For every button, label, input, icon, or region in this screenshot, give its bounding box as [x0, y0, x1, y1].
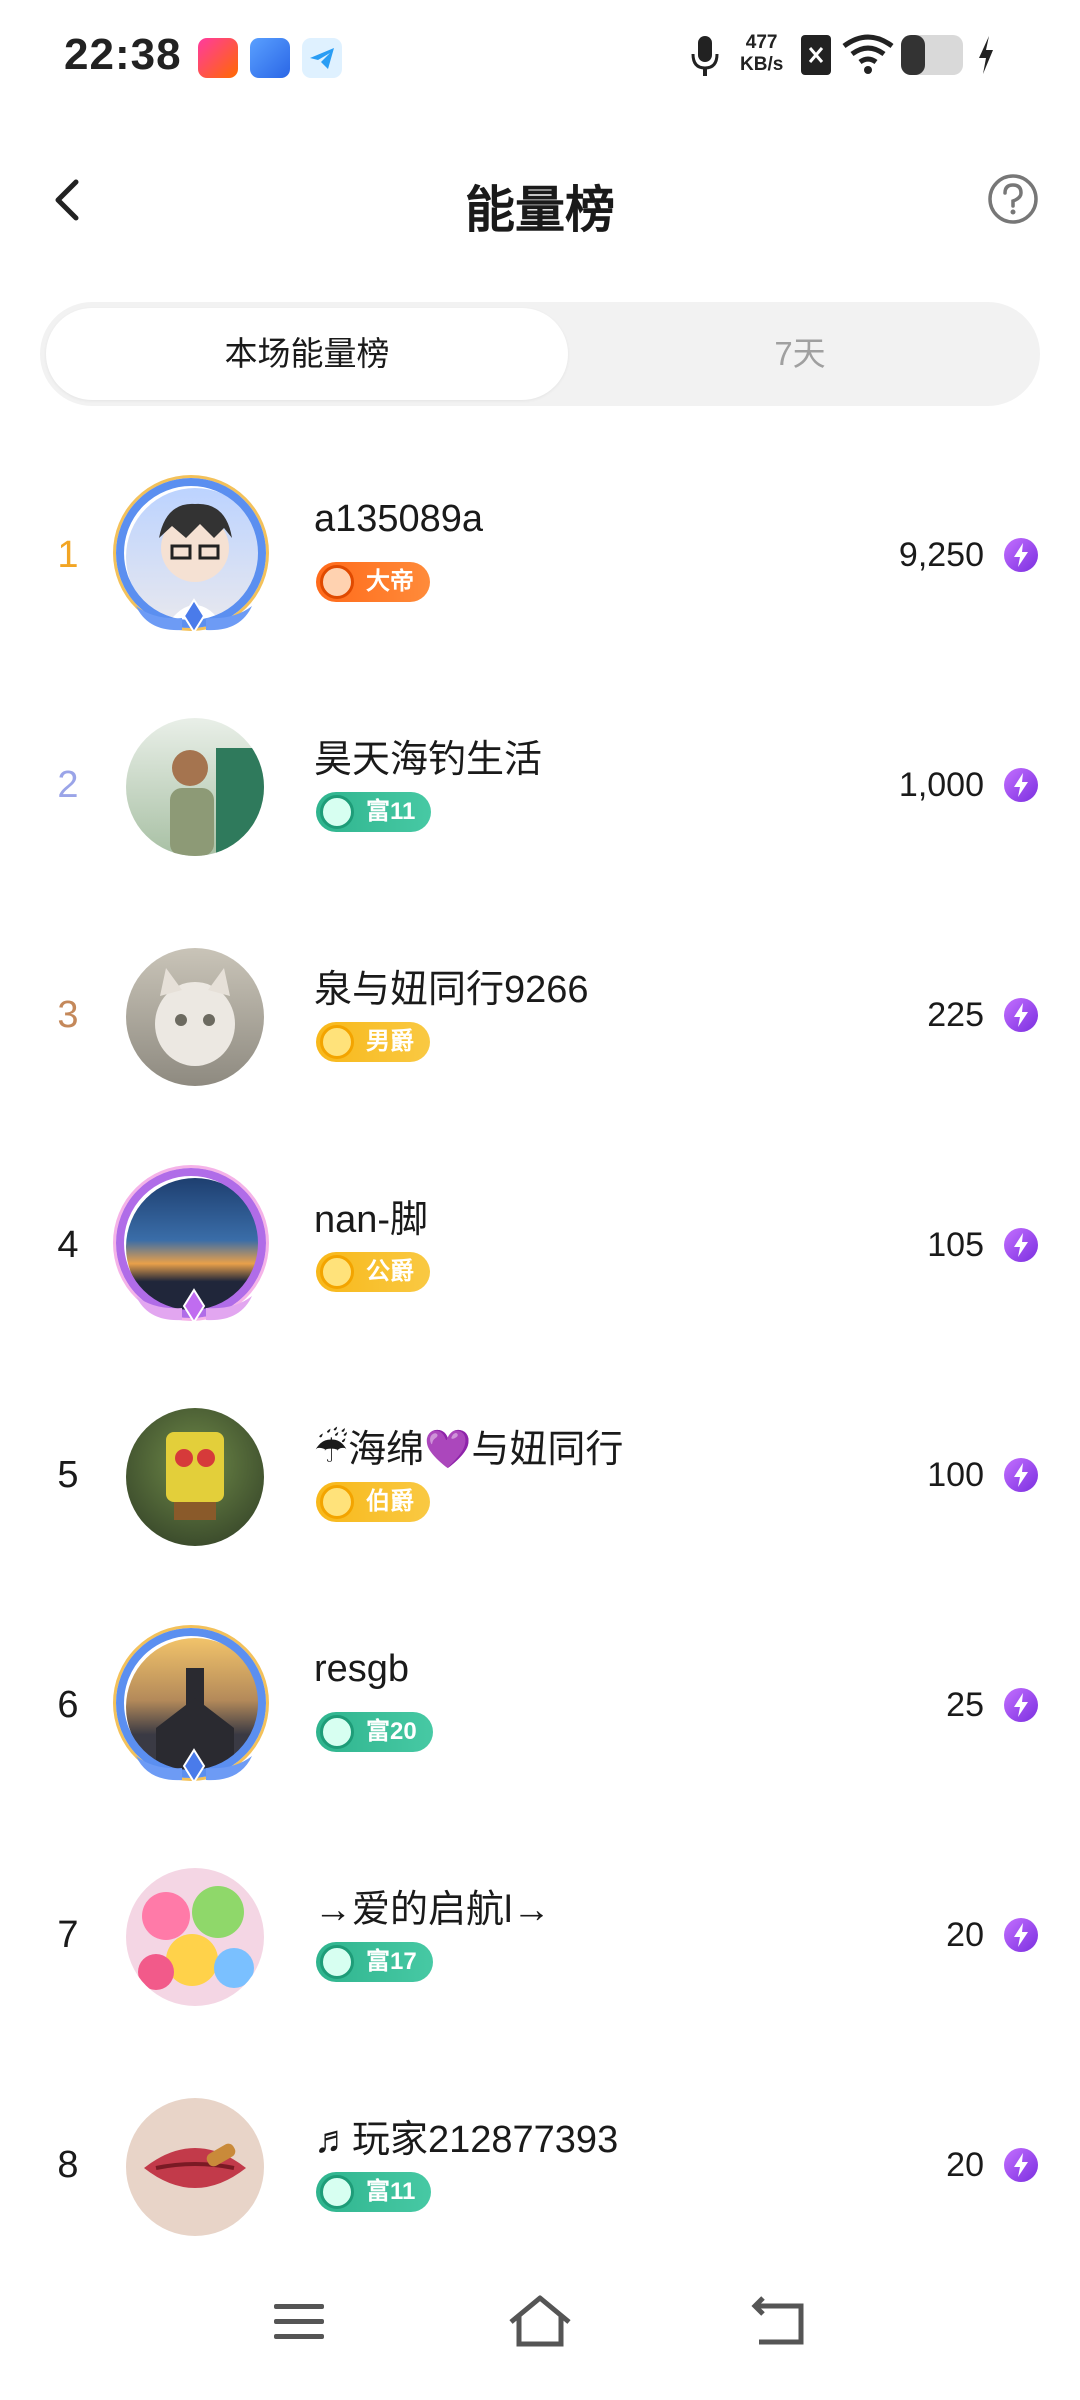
- energy-icon: [1004, 1458, 1038, 1492]
- avatar[interactable]: [114, 1628, 274, 1788]
- network-speed: 477 KB/s: [740, 32, 784, 75]
- energy-icon: [1004, 768, 1038, 802]
- rank-number: 2: [57, 764, 79, 806]
- help-icon[interactable]: [986, 172, 1040, 226]
- menu-icon[interactable]: [266, 2292, 336, 2352]
- energy-icon: [1004, 2148, 1038, 2182]
- ranking-row[interactable]: 2 昊天海钓生活 富11 1,000: [0, 670, 1080, 900]
- energy-score: 25: [946, 1686, 984, 1724]
- wifi-icon: [842, 34, 894, 74]
- battery-icon: [901, 35, 963, 75]
- wealth-level-icon: [320, 1715, 354, 1749]
- app-notification-icon: [198, 38, 238, 78]
- energy-icon: [1004, 1688, 1038, 1722]
- rank-number: 3: [57, 994, 79, 1036]
- wealth-level-icon: [320, 1945, 354, 1979]
- tab-7-days[interactable]: 7天: [560, 302, 1040, 406]
- level-badge: 公爵: [316, 1252, 430, 1292]
- user-name: 昊天海钓生活: [314, 739, 543, 781]
- system-navigation-bar: [0, 2250, 1080, 2400]
- energy-icon: [1004, 538, 1038, 572]
- wealth-level-icon: [320, 2175, 354, 2209]
- user-name: ♬玩家212877393: [314, 2119, 619, 2161]
- energy-score: 225: [927, 996, 984, 1034]
- tab-current-session[interactable]: 本场能量榜: [46, 308, 568, 400]
- rank-number: 6: [57, 1684, 79, 1726]
- crown-icon: [320, 565, 354, 599]
- rank-number: 1: [57, 534, 79, 576]
- telegram-icon: [302, 38, 342, 78]
- user-name: a135089a: [314, 498, 484, 540]
- energy-score: 20: [946, 2146, 984, 2184]
- level-badge: 富11: [316, 792, 432, 832]
- avatar[interactable]: [114, 938, 274, 1098]
- avatar[interactable]: [114, 1858, 274, 2018]
- energy-score: 105: [927, 1226, 984, 1264]
- energy-score: 1,000: [898, 766, 984, 804]
- wealth-level-icon: [320, 795, 354, 829]
- ranking-row[interactable]: 5 ☔海绵💜与妞同行 伯爵 100: [0, 1360, 1080, 1590]
- noble-rank-icon: [320, 1485, 354, 1519]
- rank-number: 4: [57, 1224, 79, 1266]
- level-badge: 大帝: [316, 562, 430, 602]
- level-badge: 富17: [316, 1942, 433, 1982]
- energy-icon: [1004, 1918, 1038, 1952]
- app-notification-icon: [250, 38, 290, 78]
- ranking-row[interactable]: 4 nan-脚 公爵 105: [0, 1130, 1080, 1360]
- energy-score: 100: [927, 1456, 984, 1494]
- rank-number: 8: [57, 2144, 79, 2186]
- energy-icon: [1004, 1228, 1038, 1262]
- home-icon[interactable]: [505, 2292, 575, 2352]
- rank-number: 7: [57, 1914, 79, 1956]
- noble-rank-icon: [320, 1025, 354, 1059]
- energy-icon: [1004, 998, 1038, 1032]
- avatar[interactable]: [114, 478, 274, 638]
- ranking-row[interactable]: 8 ♬玩家212877393 富11 20: [0, 2050, 1080, 2280]
- back-icon[interactable]: [745, 2292, 815, 2352]
- ranking-row[interactable]: 7 →爱的启航l→ 富17 20: [0, 1820, 1080, 2050]
- avatar[interactable]: [114, 1398, 274, 1558]
- user-name: resgb: [314, 1648, 410, 1690]
- level-badge: 富20: [316, 1712, 433, 1752]
- level-badge: 伯爵: [316, 1482, 430, 1522]
- ranking-row[interactable]: 1 a135089a 大帝 9,250: [0, 440, 1080, 670]
- user-name: →爱的启航l→: [314, 1889, 551, 1931]
- charging-icon: [979, 36, 993, 74]
- status-time: 22:38: [64, 30, 182, 79]
- level-badge: 富11: [316, 2172, 432, 2212]
- page-title: 能量榜: [465, 182, 615, 238]
- status-bar: 22:38 477 KB/s: [0, 0, 1080, 110]
- avatar[interactable]: [114, 708, 274, 868]
- avatar[interactable]: [114, 2088, 274, 2248]
- ranking-row[interactable]: 3 泉与妞同行9266 男爵 225: [0, 900, 1080, 1130]
- mic-icon: [691, 36, 719, 76]
- energy-score: 20: [946, 1916, 984, 1954]
- avatar[interactable]: [114, 1168, 274, 1328]
- rank-number: 5: [57, 1454, 79, 1496]
- energy-score: 9,250: [898, 536, 984, 574]
- tab-switcher: 本场能量榜 7天: [40, 302, 1040, 406]
- nfc-icon: [801, 35, 831, 75]
- level-badge: 男爵: [316, 1022, 430, 1062]
- top-app-bar: 能量榜: [0, 130, 1080, 270]
- noble-rank-icon: [320, 1255, 354, 1289]
- ranking-row[interactable]: 6 resgb 富20 25: [0, 1590, 1080, 1820]
- user-name: ☔海绵💜与妞同行: [314, 1429, 624, 1471]
- user-name: 泉与妞同行9266: [314, 969, 589, 1011]
- user-name: nan-脚: [314, 1199, 429, 1241]
